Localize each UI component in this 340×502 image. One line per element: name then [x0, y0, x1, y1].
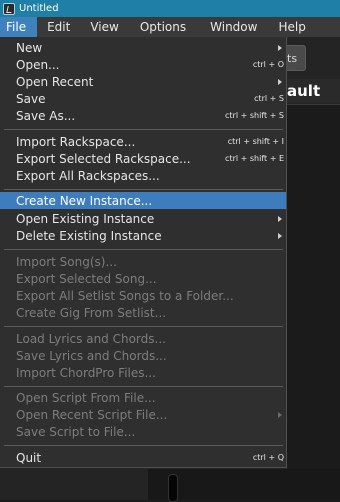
- menu-item-open-recent[interactable]: Open Recent: [0, 73, 286, 90]
- menu-item-label: Import Rackspace...: [16, 134, 136, 149]
- menu-view[interactable]: View: [80, 17, 128, 37]
- title-bar: Untitled: [0, 0, 340, 17]
- menu-item-import-songs: Import Song(s)...: [0, 253, 286, 270]
- menu-item-label: Export Selected Rackspace...: [16, 151, 191, 166]
- menu-item-create-new-instance[interactable]: Create New Instance...: [0, 192, 286, 209]
- menu-item-quit[interactable]: Quit ctrl + Q: [0, 449, 286, 466]
- menu-item-import-chordpro-files: Import ChordPro Files...: [0, 364, 286, 381]
- menu-item-label: Load Lyrics and Chords...: [16, 331, 166, 346]
- submenu-arrow-icon: [278, 232, 282, 239]
- menu-item-save[interactable]: Save ctrl + S: [0, 90, 286, 107]
- file-menu-dropdown: New Open... ctrl + O Open Recent Save ct…: [0, 37, 287, 468]
- menu-item-label: Save Script to File...: [16, 424, 136, 439]
- menu-item-label: Open Recent: [16, 74, 94, 89]
- menu-item-export-selected-rackspace[interactable]: Export Selected Rackspace... ctrl + shif…: [0, 150, 286, 167]
- menu-options[interactable]: Options: [129, 17, 197, 37]
- menu-item-label: Open...: [16, 57, 60, 72]
- menu-item-create-gig-from-setlist: Create Gig From Setlist...: [0, 304, 286, 321]
- menu-item-label: Open Existing Instance: [16, 211, 155, 226]
- menu-item-label: New: [16, 40, 43, 55]
- menu-item-export-all-rackspaces[interactable]: Export All Rackspaces...: [0, 167, 286, 184]
- menu-edit[interactable]: Edit: [37, 17, 80, 37]
- menu-item-new[interactable]: New: [0, 39, 286, 56]
- menu-window[interactable]: Window: [197, 17, 266, 37]
- menu-item-shortcut: ctrl + S: [254, 94, 284, 103]
- menu-item-open[interactable]: Open... ctrl + O: [0, 56, 286, 73]
- menu-separator: [4, 129, 283, 130]
- background-slot[interactable]: [168, 474, 178, 502]
- menu-item-open-recent-script-file: Open Recent Script File...: [0, 406, 286, 423]
- menu-item-open-existing-instance[interactable]: Open Existing Instance: [0, 210, 286, 227]
- menu-item-shortcut: ctrl + shift + I: [227, 137, 284, 146]
- app-logo-icon: [3, 2, 15, 15]
- menu-file[interactable]: File: [0, 17, 38, 37]
- menu-item-label: Export All Setlist Songs to a Folder...: [16, 288, 234, 303]
- menu-item-shortcut: ctrl + O: [252, 60, 284, 69]
- submenu-arrow-icon: [278, 411, 282, 418]
- background-panel: [287, 104, 340, 470]
- menu-item-label: Save Lyrics and Chords...: [16, 348, 167, 363]
- submenu-arrow-icon: [278, 44, 282, 51]
- menu-item-shortcut: ctrl + shift + E: [225, 154, 284, 163]
- menu-item-export-selected-song: Export Selected Song...: [0, 270, 286, 287]
- menu-separator: [4, 249, 283, 250]
- menu-item-label: Open Recent Script File...: [16, 407, 168, 422]
- menu-item-label: Save As...: [16, 108, 76, 123]
- menu-item-label: Export Selected Song...: [16, 271, 157, 286]
- menu-item-label: Create Gig From Setlist...: [16, 305, 167, 320]
- menu-item-save-script-to-file: Save Script to File...: [0, 423, 286, 440]
- menu-item-label: Save: [16, 91, 46, 106]
- menu-item-delete-existing-instance[interactable]: Delete Existing Instance: [0, 227, 286, 244]
- background-header: ault: [287, 79, 340, 103]
- menu-separator: [4, 386, 283, 387]
- window-title: Untitled: [19, 3, 59, 14]
- submenu-arrow-icon: [278, 215, 282, 222]
- menu-item-open-script-from-file: Open Script From File...: [0, 389, 286, 406]
- menu-item-save-as[interactable]: Save As... ctrl + shift + S: [0, 107, 286, 124]
- menu-item-label: Import ChordPro Files...: [16, 365, 156, 380]
- menu-item-label: Delete Existing Instance: [16, 228, 162, 243]
- menu-item-label: Create New Instance...: [16, 193, 153, 208]
- menu-item-shortcut: ctrl + shift + S: [225, 111, 284, 120]
- menu-item-shortcut: ctrl + Q: [252, 453, 284, 462]
- menu-item-save-lyrics-and-chords: Save Lyrics and Chords...: [0, 347, 286, 364]
- menu-item-load-lyrics-and-chords: Load Lyrics and Chords...: [0, 330, 286, 347]
- submenu-arrow-icon: [278, 78, 282, 85]
- menu-item-import-rackspace[interactable]: Import Rackspace... ctrl + shift + I: [0, 133, 286, 150]
- menu-bar: File Edit View Options Window Help: [0, 17, 340, 37]
- menu-separator: [4, 445, 283, 446]
- menu-item-label: Open Script From File...: [16, 390, 156, 405]
- menu-item-label: Quit: [16, 450, 42, 465]
- menu-item-export-all-setlist-songs: Export All Setlist Songs to a Folder...: [0, 287, 286, 304]
- menu-item-label: Export All Rackspaces...: [16, 168, 160, 183]
- menu-item-label: Import Song(s)...: [16, 254, 117, 269]
- menu-separator: [4, 326, 283, 327]
- menu-help[interactable]: Help: [266, 17, 317, 37]
- menu-separator: [4, 189, 283, 190]
